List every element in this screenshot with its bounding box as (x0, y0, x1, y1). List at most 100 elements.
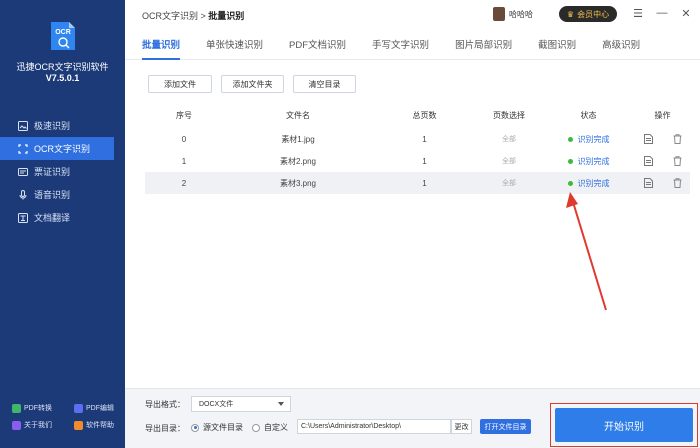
row-page-select[interactable]: 全部 (476, 150, 542, 172)
minimize-icon[interactable]: — (655, 6, 669, 20)
sidebar-item-label: OCR文字识别 (34, 144, 90, 154)
top-bar: OCR文字识别 > 批量识别 哈哈哈 ♛ 会员中心 ☰ — ✕ (125, 0, 700, 28)
breadcrumb-root[interactable]: OCR文字识别 (142, 11, 198, 21)
sidebar-item-ocr[interactable]: OCR文字识别 (0, 137, 114, 160)
document-icon[interactable] (643, 156, 653, 166)
export-format-label: 导出格式： (145, 400, 185, 409)
vip-center-button[interactable]: ♛ 会员中心 (559, 6, 617, 22)
translate-icon (18, 212, 28, 223)
open-folder-button[interactable]: 打开文件目录 (480, 419, 531, 434)
ticket-icon (18, 167, 28, 176)
status-text[interactable]: 识别完成 (578, 178, 610, 189)
tab-advanced[interactable]: 高级识别 (602, 28, 640, 59)
document-icon[interactable] (643, 134, 653, 144)
row-filename: 素材1.jpg (281, 134, 315, 144)
user-info[interactable]: 哈哈哈 (493, 7, 533, 21)
row-pages: 1 (422, 156, 427, 166)
about-label: 关于我们 (24, 422, 52, 429)
breadcrumb-current: 批量识别 (208, 11, 245, 21)
row-pages: 1 (422, 178, 427, 188)
radio-source-dir[interactable]: 源文件目录 (191, 422, 243, 433)
tab-single-quick[interactable]: 单张快速识别 (206, 28, 263, 59)
trash-icon[interactable] (673, 178, 682, 188)
status-dot-icon (567, 180, 573, 186)
pdf-edit-icon (74, 403, 83, 413)
avatar (493, 7, 505, 21)
change-path-button[interactable]: 更改 (451, 419, 472, 434)
table-row[interactable]: 1 素材2.png 1 全部 识别完成 (145, 150, 690, 172)
status-dot-icon (567, 136, 573, 142)
help-link[interactable]: 软件帮助 (62, 420, 125, 430)
tab-batch[interactable]: 批量识别 (142, 28, 181, 60)
row-index: 1 (181, 156, 187, 166)
start-recognition-button[interactable]: 开始识别 (555, 408, 693, 442)
app-name: 迅捷OCR文字识别软件 (16, 62, 109, 72)
radio-selected-icon (191, 423, 199, 432)
column-header-actions: 操作 (654, 110, 671, 120)
status-text[interactable]: 识别完成 (578, 134, 610, 145)
radio-unselected-icon (252, 423, 260, 432)
tab-pdf[interactable]: PDF文档识别 (289, 28, 346, 59)
breadcrumb: OCR文字识别 > 批量识别 (142, 9, 244, 22)
about-icon (12, 420, 21, 430)
sidebar-bottom-links: PDF转换 PDF编辑 关于我们 软件帮助 (0, 403, 125, 430)
row-status: 识别完成 (542, 172, 635, 194)
app-version: V7.5.0.1 (45, 73, 80, 83)
row-index: 0 (181, 134, 187, 144)
row-page-select[interactable]: 全部 (476, 128, 542, 150)
row-index: 2 (181, 178, 187, 188)
menu-icon[interactable]: ☰ (631, 6, 645, 20)
add-file-button[interactable]: 添加文件 (148, 75, 212, 93)
export-panel: 导出格式： DOCX文件 导出目录： 源文件目录 自定义 C:\Users\Ad… (125, 388, 700, 448)
close-icon[interactable]: ✕ (679, 6, 693, 20)
document-icon[interactable] (643, 178, 653, 188)
pdf-edit-link[interactable]: PDF编辑 (62, 403, 125, 413)
breadcrumb-separator: > (198, 11, 209, 21)
export-format-select[interactable]: DOCX文件 (191, 396, 291, 412)
row-filename: 素材3.png (279, 178, 317, 188)
radio-source-label: 源文件目录 (203, 423, 243, 432)
export-path-input[interactable]: C:\Users\Administrator\Desktop\ (297, 419, 451, 434)
tab-handwriting[interactable]: 手写文字识别 (372, 28, 429, 59)
trash-icon[interactable] (673, 134, 682, 144)
table-row[interactable]: 2 素材3.png 1 全部 识别完成 (145, 172, 690, 194)
row-status: 识别完成 (542, 150, 635, 172)
column-header-index: 序号 (176, 110, 192, 120)
microphone-icon (19, 189, 27, 199)
main-content: 添加文件 添加文件夹 清空目录 序号 文件名 总页数 页数选择 状态 操作 0 … (137, 62, 700, 387)
username: 哈哈哈 (509, 9, 533, 19)
pdf-convert-link[interactable]: PDF转换 (0, 403, 62, 413)
vip-label: 会员中心 (577, 9, 610, 19)
add-folder-button[interactable]: 添加文件夹 (221, 75, 284, 93)
row-actions (635, 128, 690, 150)
help-label: 软件帮助 (86, 422, 114, 429)
trash-icon[interactable] (673, 156, 682, 166)
radio-custom-dir[interactable]: 自定义 (252, 422, 288, 433)
sidebar-item-quick-ocr[interactable]: 极速识别 (0, 114, 125, 137)
sidebar-nav: 极速识别 OCR文字识别 票证识别 语音识别 文档翻译 (0, 114, 125, 229)
table-header: 序号 文件名 总页数 页数选择 状态 操作 (145, 106, 690, 124)
chevron-down-icon (278, 402, 284, 406)
status-text[interactable]: 识别完成 (578, 156, 610, 167)
row-pages: 1 (422, 134, 427, 144)
clear-list-button[interactable]: 清空目录 (293, 75, 356, 93)
column-header-pages: 总页数 (412, 110, 437, 120)
sidebar-item-ticket-ocr[interactable]: 票证识别 (0, 160, 125, 183)
sidebar-item-label: 票证识别 (34, 167, 71, 177)
table-row[interactable]: 0 素材1.jpg 1 全部 识别完成 (145, 128, 690, 150)
export-dir-label: 导出目录： (145, 424, 185, 433)
sidebar-item-doc-translate[interactable]: 文档翻译 (0, 206, 125, 229)
tab-partial-image[interactable]: 图片局部识别 (455, 28, 512, 59)
radio-custom-label: 自定义 (264, 423, 288, 432)
window-controls: ☰ — ✕ (631, 6, 693, 20)
sidebar-item-voice-ocr[interactable]: 语音识别 (0, 183, 125, 206)
about-link[interactable]: 关于我们 (0, 420, 62, 430)
pdf-convert-label: PDF转换 (24, 405, 52, 412)
tab-screenshot[interactable]: 截图识别 (538, 28, 576, 59)
image-icon (18, 120, 28, 131)
sidebar-item-label: 文档翻译 (34, 213, 71, 223)
row-page-select[interactable]: 全部 (476, 172, 542, 194)
pdf-convert-icon (12, 403, 21, 413)
row-actions (635, 150, 690, 172)
svg-text:OCR: OCR (55, 29, 71, 36)
